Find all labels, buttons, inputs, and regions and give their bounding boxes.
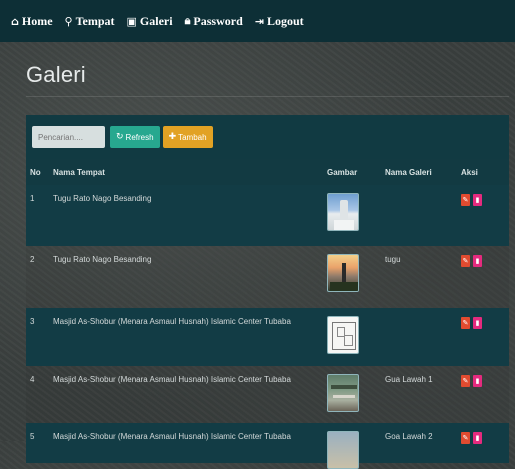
table-row: 5 Masjid As-Shobur (Menara Asmaul Husnah…	[26, 423, 509, 469]
edit-icon: ✎	[462, 196, 469, 204]
cell-no: 5	[30, 432, 35, 441]
nav-tempat-label: Tempat	[75, 13, 115, 28]
cell-nama-galeri	[385, 185, 461, 194]
map-marker-icon: ⚲	[64, 14, 73, 28]
gallery-thumbnail[interactable]	[327, 316, 359, 354]
logout-icon: ⇥	[254, 14, 264, 28]
search-input[interactable]	[32, 126, 105, 148]
top-navbar: ⌂ Home ⚲ Tempat ▣ Galeri 🔒︎ Password ⇥ L…	[0, 0, 515, 42]
table-row: 1 Tugu Rato Nago Besanding ✎ ▮	[26, 185, 509, 246]
table-row: 3 Masjid As-Shobur (Menara Asmaul Husnah…	[26, 308, 509, 366]
cell-nama-galeri: Goa Lawah 2	[385, 432, 433, 441]
cell-no: 3	[30, 317, 35, 326]
table-header: No Nama Tempat Gambar Nama Galeri Aksi	[26, 159, 509, 185]
nav-galeri[interactable]: ▣ Galeri	[127, 14, 173, 29]
gallery-thumbnail[interactable]	[327, 254, 359, 292]
cell-nama-tempat: Masjid As-Shobur (Menara Asmaul Husnah) …	[53, 317, 291, 326]
table-toolbar: ↻ Refresh ✚ Tambah	[26, 115, 509, 159]
cell-nama-tempat: Tugu Rato Nago Besanding	[53, 255, 152, 264]
nav-home[interactable]: ⌂ Home	[11, 14, 53, 29]
delete-button[interactable]: ▮	[473, 255, 482, 267]
plus-icon: ✚	[168, 132, 177, 142]
title-divider	[26, 96, 509, 97]
edit-button[interactable]: ✎	[461, 255, 470, 267]
edit-button[interactable]: ✎	[461, 317, 470, 329]
add-label: Tambah	[178, 132, 207, 142]
picture-icon: ▣	[126, 14, 137, 28]
trash-icon: ▮	[475, 257, 480, 265]
delete-button[interactable]: ▮	[473, 194, 482, 206]
nav-home-label: Home	[21, 13, 53, 28]
header-nama-galeri: Nama Galeri	[385, 167, 432, 177]
trash-icon: ▮	[475, 319, 480, 327]
nav-galeri-label: Galeri	[139, 13, 173, 28]
refresh-icon: ↻	[116, 132, 124, 142]
home-icon: ⌂	[11, 14, 19, 28]
table-row: 4 Masjid As-Shobur (Menara Asmaul Husnah…	[26, 366, 509, 423]
cell-nama-tempat: Masjid As-Shobur (Menara Asmaul Husnah) …	[53, 432, 291, 441]
lock-icon: 🔒︎	[184, 14, 191, 27]
cell-no: 4	[30, 375, 35, 384]
table-row: 2 Tugu Rato Nago Besanding tugu ✎ ▮	[26, 246, 509, 308]
nav-tempat[interactable]: ⚲ Tempat	[65, 14, 115, 29]
cell-nama-galeri	[385, 308, 461, 317]
delete-button[interactable]: ▮	[473, 317, 482, 329]
header-gambar: Gambar	[327, 167, 358, 177]
nav-password[interactable]: 🔒︎ Password	[185, 14, 243, 29]
delete-button[interactable]: ▮	[473, 375, 482, 387]
header-aksi: Aksi	[461, 167, 478, 177]
edit-button[interactable]: ✎	[461, 194, 470, 206]
cell-nama-galeri: Gua Lawah 1	[385, 375, 433, 384]
edit-icon: ✎	[462, 319, 469, 327]
delete-button[interactable]: ▮	[473, 432, 482, 444]
trash-icon: ▮	[475, 196, 480, 204]
edit-button[interactable]: ✎	[461, 432, 470, 444]
cell-nama-tempat: Tugu Rato Nago Besanding	[53, 194, 152, 203]
header-no: No	[30, 167, 41, 177]
edit-icon: ✎	[462, 257, 469, 265]
edit-button[interactable]: ✎	[461, 375, 470, 387]
edit-icon: ✎	[462, 377, 469, 385]
cell-no: 2	[30, 255, 35, 264]
cell-no: 1	[30, 194, 35, 203]
cell-nama-tempat: Masjid As-Shobur (Menara Asmaul Husnah) …	[53, 375, 291, 384]
trash-icon: ▮	[475, 377, 480, 385]
nav-logout-label: Logout	[266, 13, 304, 28]
page-title: Galeri	[26, 62, 86, 87]
refresh-label: Refresh	[125, 132, 154, 142]
cell-nama-galeri: tugu	[385, 255, 401, 264]
gallery-thumbnail[interactable]	[327, 431, 359, 469]
add-button[interactable]: ✚ Tambah	[162, 126, 213, 148]
nav-logout[interactable]: ⇥ Logout	[255, 14, 304, 29]
nav-password-label: Password	[193, 13, 243, 28]
header-nama-tempat: Nama Tempat	[53, 167, 105, 177]
galeri-panel: ↻ Refresh ✚ Tambah No Nama Tempat Gambar…	[26, 115, 509, 469]
refresh-button[interactable]: ↻ Refresh	[110, 126, 160, 148]
gallery-thumbnail[interactable]	[327, 193, 359, 231]
gallery-thumbnail[interactable]	[327, 374, 359, 412]
